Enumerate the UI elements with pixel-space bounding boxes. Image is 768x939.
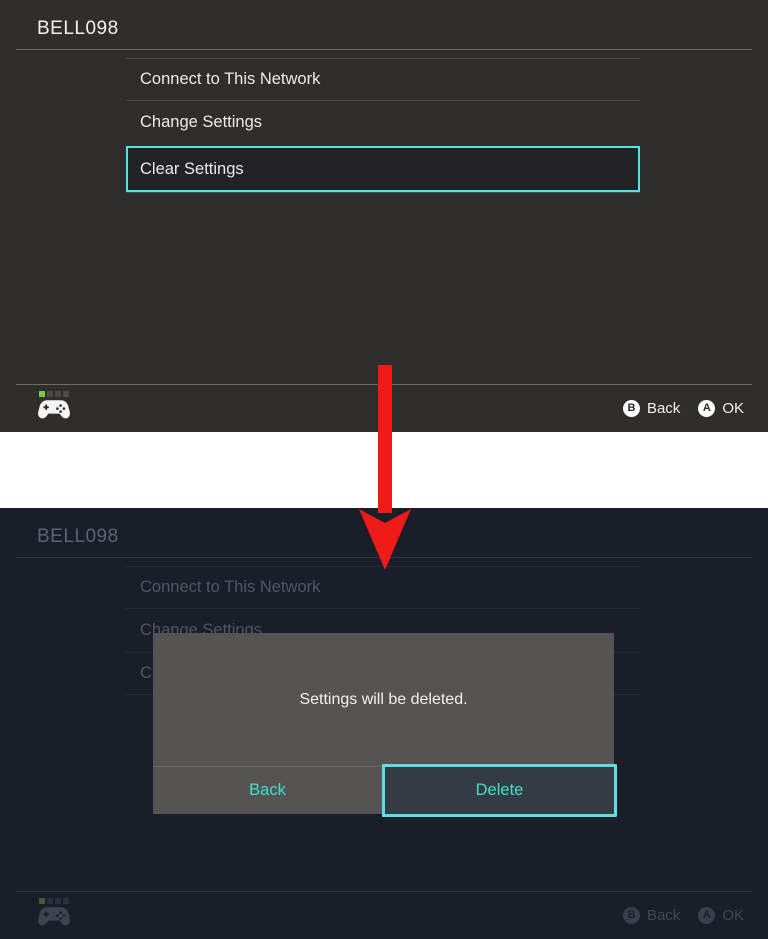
- controller-status[interactable]: [38, 391, 78, 420]
- menu-item-change-settings[interactable]: Change Settings: [126, 101, 640, 144]
- player-led-1: [39, 898, 45, 904]
- hint-label: Back: [646, 906, 681, 924]
- player-led-2: [47, 391, 53, 397]
- a-button-icon: A: [698, 399, 716, 417]
- action-bar: B Back A OK: [0, 384, 768, 432]
- network-options-screen: BELL098 Connect to This Network Change S…: [0, 0, 768, 432]
- b-button-icon: B: [622, 399, 640, 417]
- dialog-message: Settings will be deleted.: [299, 690, 468, 708]
- hint-label: OK: [722, 906, 744, 924]
- menu-item-label: Connect to This Network: [140, 70, 321, 88]
- dialog-back-button[interactable]: Back: [153, 767, 382, 814]
- button-hints: B Back A OK: [622, 891, 744, 939]
- a-button-icon: A: [698, 906, 716, 924]
- screen-header: BELL098: [0, 0, 768, 50]
- player-led-4: [63, 391, 69, 397]
- hint-back[interactable]: B Back: [622, 399, 681, 417]
- row-divider: [126, 566, 640, 567]
- menu-item-label: Clear Settings: [140, 159, 244, 178]
- menu-trailing-divider-row: [126, 192, 640, 235]
- game-controller-icon: [38, 400, 70, 419]
- confirmation-dialog: Settings will be deleted. Back Delete: [153, 633, 617, 817]
- player-led-1: [39, 391, 45, 397]
- header-divider: [16, 557, 752, 558]
- action-bar: B Back A OK: [0, 891, 768, 939]
- hint-back: B Back: [622, 906, 681, 924]
- player-led-3: [55, 898, 61, 904]
- screen-header: BELL098: [0, 508, 768, 558]
- header-divider: [16, 49, 752, 50]
- game-controller-icon: [38, 907, 70, 926]
- row-divider: [126, 58, 640, 59]
- menu-item-connect-to-this-network: Connect to This Network: [126, 566, 640, 609]
- delete-confirmation-screen: BELL098 Connect to This Network Change S…: [0, 508, 768, 939]
- menu-item-label: Change Settings: [140, 113, 263, 131]
- row-divider: [126, 192, 640, 193]
- player-indicator-leds: [38, 898, 78, 904]
- dialog-actions: Back Delete: [153, 764, 617, 817]
- player-indicator-leds: [38, 391, 78, 397]
- screenshot-root: BELL098 Connect to This Network Change S…: [0, 0, 768, 939]
- button-hints: B Back A OK: [622, 384, 744, 432]
- player-led-3: [55, 391, 61, 397]
- player-led-4: [63, 898, 69, 904]
- menu-item-connect-to-this-network[interactable]: Connect to This Network: [126, 58, 640, 101]
- dialog-delete-button[interactable]: Delete: [382, 764, 617, 817]
- menu-item-label: Connect to This Network: [140, 578, 321, 596]
- menu-item-clear-settings[interactable]: Clear Settings: [126, 146, 640, 192]
- hint-ok: A OK: [698, 906, 744, 924]
- player-led-2: [47, 898, 53, 904]
- controller-status: [38, 898, 78, 927]
- hint-label: OK: [722, 399, 744, 417]
- hint-label: Back: [646, 399, 681, 417]
- page-title: BELL098: [37, 526, 119, 547]
- options-menu: Connect to This Network Change Settings …: [126, 58, 640, 235]
- b-button-icon: B: [622, 906, 640, 924]
- hint-ok[interactable]: A OK: [698, 399, 744, 417]
- page-title: BELL098: [37, 18, 119, 39]
